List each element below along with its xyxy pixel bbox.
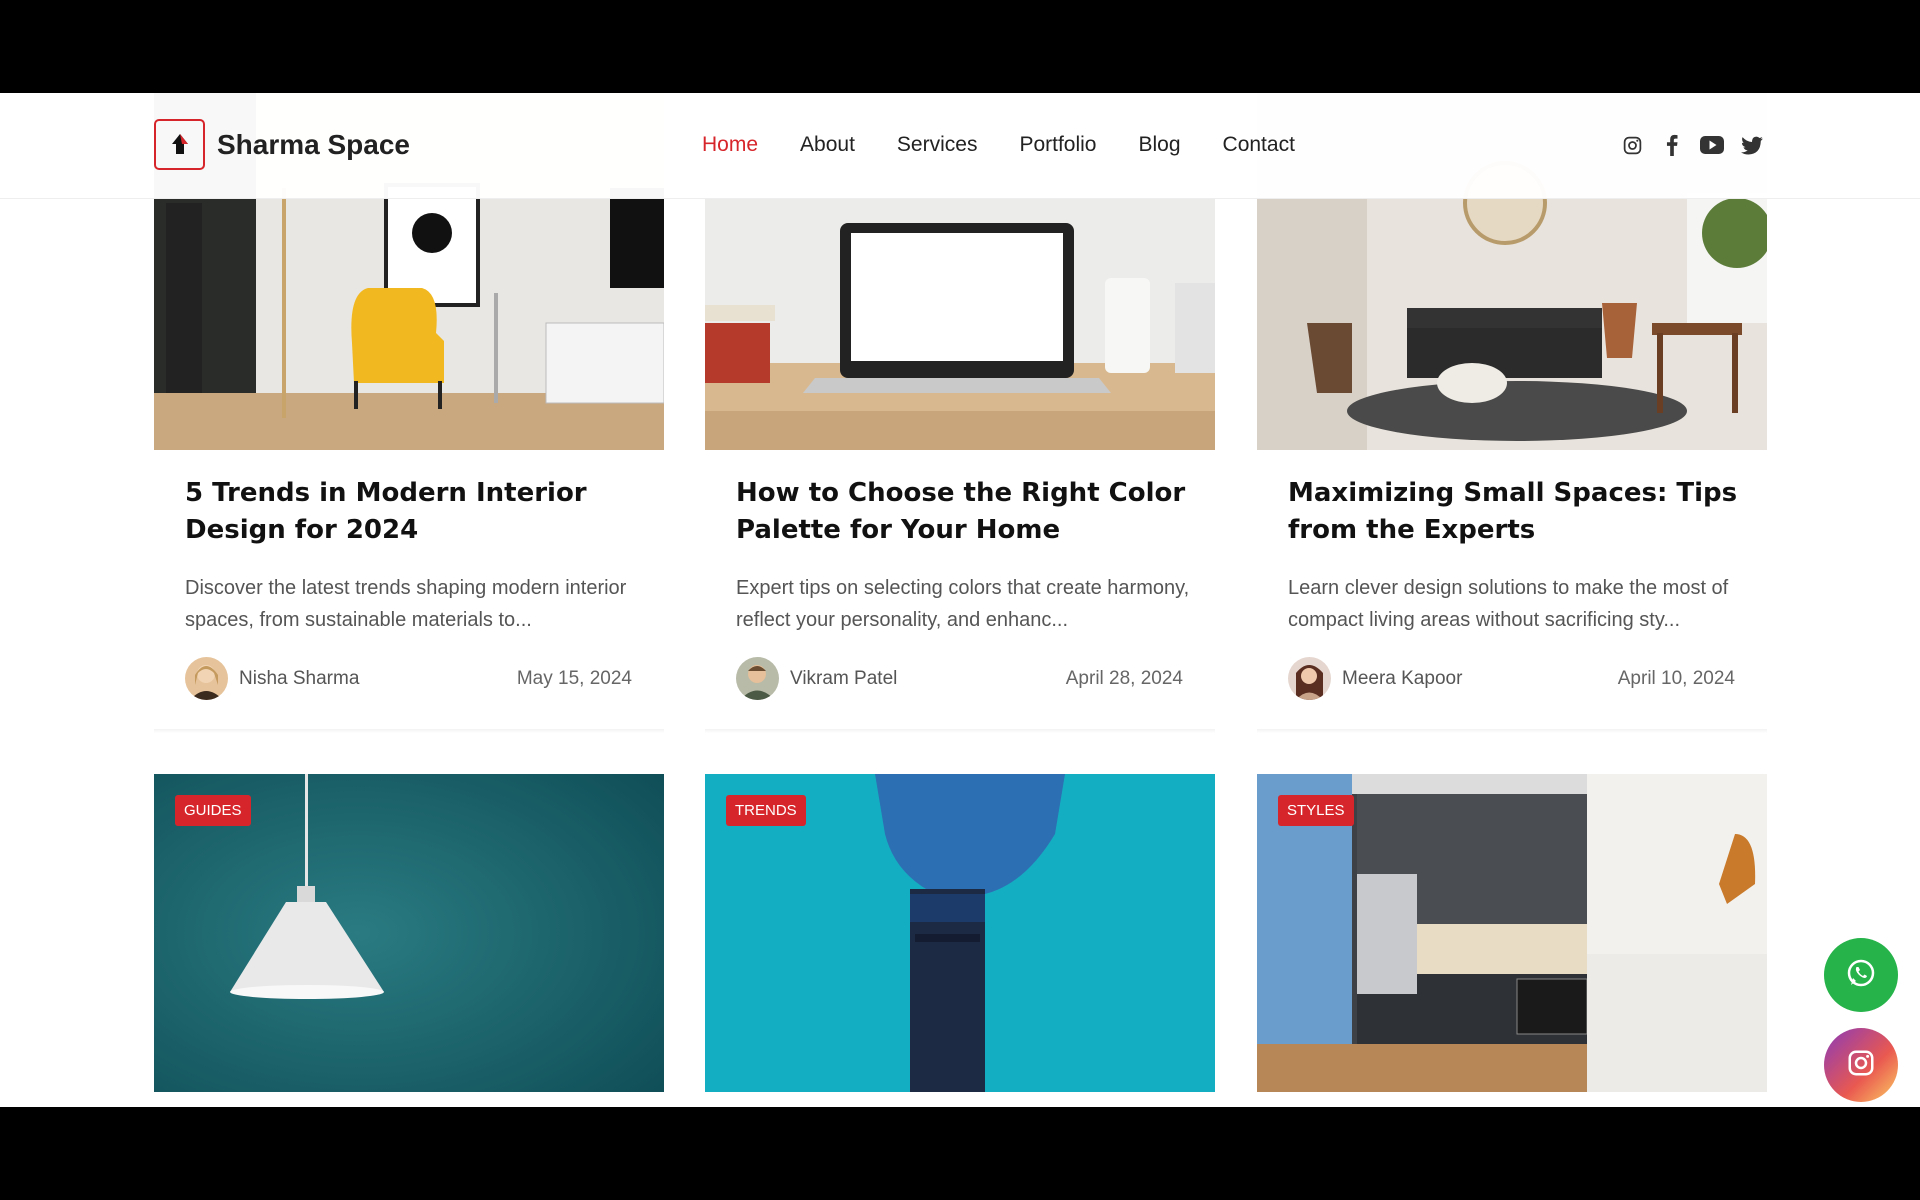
avatar [185, 657, 228, 700]
whatsapp-button[interactable] [1824, 938, 1898, 1012]
logo-icon [154, 119, 205, 170]
facebook-icon[interactable] [1660, 133, 1684, 157]
card-excerpt: Learn clever design solutions to make th… [1288, 577, 1729, 631]
blog-card[interactable]: GUIDES [154, 774, 664, 1107]
main-nav: Home About Services Portfolio Blog Conta… [702, 133, 1337, 157]
nav-services[interactable]: Services [897, 133, 978, 157]
blog-card[interactable]: STYLES [1257, 774, 1767, 1107]
letterbox-top [0, 0, 1920, 93]
brand-name: Sharma Space [217, 128, 410, 160]
category-badge[interactable]: GUIDES [175, 795, 251, 826]
post-date: May 15, 2024 [516, 668, 632, 689]
nav-contact[interactable]: Contact [1223, 133, 1295, 157]
youtube-icon[interactable] [1700, 133, 1724, 157]
page-viewport: 5 Trends in Modern Interior Design for 2… [0, 93, 1920, 1107]
card-excerpt: Discover the latest trends shaping moder… [185, 577, 627, 631]
card-excerpt: Expert tips on selecting colors that cre… [736, 577, 1190, 631]
nav-blog[interactable]: Blog [1139, 133, 1181, 157]
site-logo[interactable]: Sharma Space [154, 119, 410, 170]
card-divider [154, 729, 664, 733]
card-divider [705, 729, 1215, 733]
post-date: April 10, 2024 [1617, 668, 1735, 689]
avatar [1288, 657, 1331, 700]
author-name: Vikram Patel [790, 668, 898, 689]
avatar [736, 657, 779, 700]
card-title[interactable]: 5 Trends in Modern Interior Design for 2… [185, 475, 635, 549]
instagram-icon[interactable] [1620, 133, 1644, 157]
category-badge[interactable]: STYLES [1278, 795, 1354, 826]
nav-about[interactable]: About [800, 133, 855, 157]
twitter-icon[interactable] [1740, 133, 1764, 157]
instagram-icon [1846, 1048, 1876, 1083]
nav-home[interactable]: Home [702, 133, 758, 157]
card-title[interactable]: Maximizing Small Spaces: Tips from the E… [1288, 475, 1738, 549]
blog-card[interactable]: TRENDS [705, 774, 1215, 1107]
card-title[interactable]: How to Choose the Right Color Palette fo… [736, 475, 1186, 549]
post-date: April 28, 2024 [1065, 668, 1183, 689]
site-header: Sharma Space Home About Services Portfol… [0, 93, 1920, 199]
author-name: Meera Kapoor [1342, 668, 1463, 689]
whatsapp-icon [1845, 957, 1877, 994]
social-links [1620, 133, 1780, 157]
nav-portfolio[interactable]: Portfolio [1019, 133, 1096, 157]
category-badge[interactable]: TRENDS [726, 795, 806, 826]
card-divider [1257, 729, 1767, 733]
letterbox-bottom [0, 1107, 1920, 1200]
instagram-button[interactable] [1824, 1028, 1898, 1102]
author-name: Nisha Sharma [239, 668, 360, 689]
